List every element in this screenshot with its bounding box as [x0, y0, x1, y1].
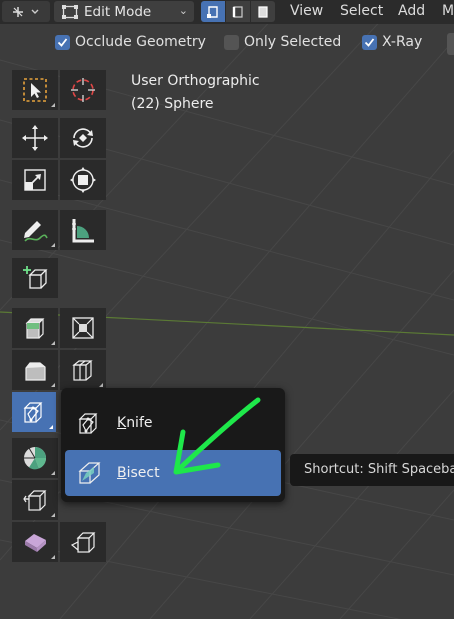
checkbox-unchecked-icon[interactable]	[224, 34, 239, 50]
popup-item-knife-label: Knife	[117, 415, 153, 431]
knife-icon	[78, 413, 98, 434]
tool-annotate[interactable]	[12, 210, 58, 250]
knife-tool-popup: Knife Bisect	[61, 388, 285, 502]
menu-view[interactable]: View	[290, 3, 323, 19]
select-box-icon	[23, 78, 47, 102]
add-cube-icon	[23, 266, 48, 289]
menu-mesh[interactable]: M	[442, 3, 454, 19]
popup-item-bisect-label: Bisect	[117, 465, 160, 481]
shear-icon	[25, 534, 46, 552]
checkbox-checked-icon[interactable]	[362, 34, 377, 50]
measure-icon	[72, 219, 94, 243]
loop-cut-icon	[72, 360, 93, 381]
xray-option[interactable]: X-Ray	[362, 34, 422, 50]
move-icon	[22, 125, 48, 151]
scale-icon	[24, 169, 46, 191]
tool-select-box[interactable]	[12, 70, 58, 110]
tool-shear[interactable]	[12, 522, 58, 562]
overlay-extra-button[interactable]	[447, 33, 454, 55]
annotate-icon	[24, 221, 48, 242]
checkbox-checked-icon[interactable]	[55, 34, 70, 50]
xray-label: X-Ray	[382, 34, 423, 50]
overlay-options: Occlude Geometry Only Selected X-Ray	[0, 30, 454, 56]
tool-move[interactable]	[12, 118, 58, 158]
vertex-select-icon	[207, 5, 218, 18]
bevel-icon	[25, 362, 46, 381]
edge-select-icon	[232, 5, 243, 18]
tool-measure[interactable]	[60, 210, 106, 250]
transform-orientation-button[interactable]	[2, 1, 50, 22]
occlude-geometry-label: Occlude Geometry	[75, 34, 206, 50]
object-name: (22) Sphere	[131, 96, 214, 112]
pivot-icon	[13, 6, 39, 17]
tool-rotate[interactable]	[60, 118, 106, 158]
tool-cursor[interactable]	[60, 70, 106, 110]
tool-bevel[interactable]	[12, 350, 58, 390]
popup-item-knife[interactable]: Knife	[65, 400, 281, 446]
mode-select[interactable]: Edit Mode ⌄	[54, 1, 194, 22]
tool-scale[interactable]	[12, 160, 58, 200]
tool-add-cube[interactable]	[12, 258, 58, 298]
menu-add[interactable]: Add	[398, 3, 425, 19]
face-select-icon	[258, 5, 268, 18]
vertex-select-button[interactable]	[201, 1, 226, 22]
select-mode-group	[201, 1, 275, 22]
edit-mode-icon	[62, 4, 78, 19]
spin-icon	[24, 447, 47, 470]
tool-transform[interactable]	[60, 160, 106, 200]
viewport-header: Edit Mode ⌄ View Select Add M	[0, 0, 454, 24]
tool-loop-cut[interactable]	[60, 350, 106, 390]
mode-label: Edit Mode	[84, 3, 152, 20]
tool-rip-region[interactable]	[60, 522, 106, 562]
rotate-icon	[73, 128, 93, 148]
knife-icon	[23, 402, 43, 423]
popup-item-bisect[interactable]: Bisect	[65, 450, 281, 496]
only-selected-label: Only Selected	[244, 34, 342, 50]
tool-shrink-fatten[interactable]	[12, 480, 58, 520]
viewport-info: User Orthographic (22) Sphere	[131, 70, 260, 116]
shortcut-tooltip: Shortcut: Shift Spacebar	[290, 454, 454, 486]
tool-extrude-region[interactable]	[12, 308, 58, 348]
only-selected-option[interactable]: Only Selected	[224, 34, 341, 50]
tool-knife-active[interactable]	[12, 392, 56, 432]
extrude-region-icon	[25, 318, 45, 339]
bisect-icon	[78, 462, 101, 484]
tool-spin[interactable]	[12, 438, 58, 478]
occlude-geometry-option[interactable]: Occlude Geometry	[55, 34, 206, 50]
chevron-down-icon: ⌄	[178, 4, 188, 17]
face-select-button[interactable]	[251, 1, 275, 22]
cursor-icon	[71, 78, 95, 102]
rip-region-icon	[70, 532, 96, 553]
shrink-fatten-icon	[23, 490, 47, 511]
inset-faces-icon	[72, 317, 94, 339]
transform-icon	[70, 167, 96, 193]
tool-inset-faces[interactable]	[60, 308, 106, 348]
view-name: User Orthographic	[131, 73, 260, 89]
edge-select-button[interactable]	[226, 1, 251, 22]
menu-select[interactable]: Select	[340, 3, 383, 19]
